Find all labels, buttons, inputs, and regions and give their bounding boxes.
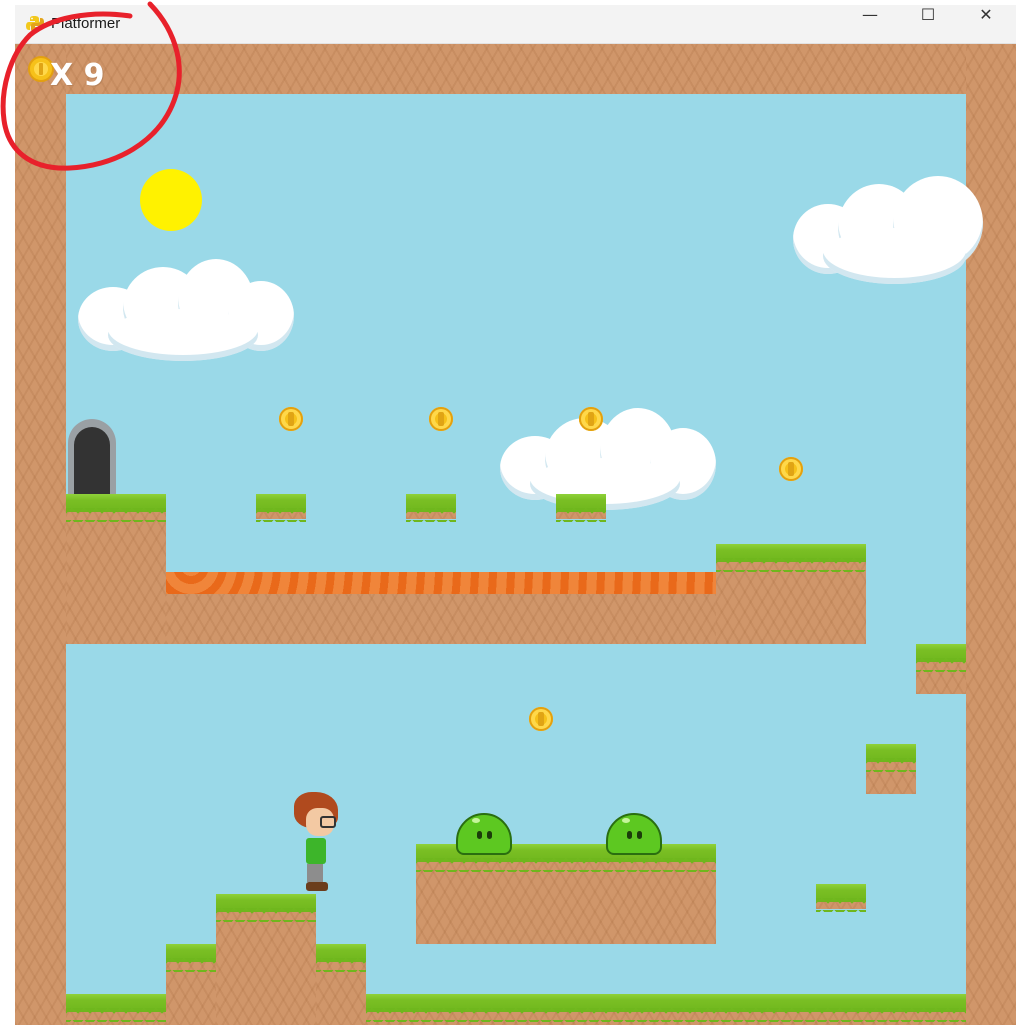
dirt-floor — [166, 594, 716, 644]
door-opening — [74, 427, 110, 494]
coin — [529, 707, 553, 731]
grass-platform — [916, 644, 966, 694]
coin — [779, 457, 803, 481]
ground — [366, 994, 966, 1025]
ground-step — [166, 944, 216, 1025]
sun — [140, 169, 202, 231]
exit-door[interactable] — [68, 419, 116, 494]
floating-grass-platform — [816, 884, 866, 912]
close-button[interactable]: ✕ — [957, 5, 1015, 44]
dirt-border-right — [966, 44, 1016, 1025]
grass-platform — [716, 544, 866, 644]
python-app-icon — [26, 16, 44, 32]
slime-enemy — [606, 813, 662, 855]
coin-count: X 9 — [50, 58, 105, 93]
cloud — [793, 176, 983, 292]
window-title: Platformer — [51, 15, 121, 32]
ground-step — [216, 894, 316, 1025]
grass-platform — [66, 494, 166, 644]
cloud — [78, 259, 294, 363]
coin — [279, 407, 303, 431]
ground-step — [316, 944, 366, 1025]
dirt-border-left — [15, 44, 66, 1025]
window-titlebar: Platformer — ☐ ✕ — [15, 5, 1016, 44]
player-character — [290, 792, 346, 896]
grass-platform — [416, 844, 716, 944]
game-canvas[interactable]: X 9 — [15, 44, 1016, 1025]
floating-grass-platform — [406, 494, 456, 522]
ground — [66, 994, 166, 1025]
dirt-border-top — [15, 44, 1016, 94]
lava-pool — [166, 572, 716, 594]
minimize-button[interactable]: — — [841, 5, 899, 44]
floating-grass-platform — [256, 494, 306, 522]
maximize-button[interactable]: ☐ — [899, 5, 957, 44]
floating-grass-platform — [556, 494, 606, 522]
slime-enemy — [456, 813, 512, 855]
coin — [579, 407, 603, 431]
grass-platform — [866, 744, 916, 794]
coin — [429, 407, 453, 431]
cloud — [500, 408, 716, 512]
